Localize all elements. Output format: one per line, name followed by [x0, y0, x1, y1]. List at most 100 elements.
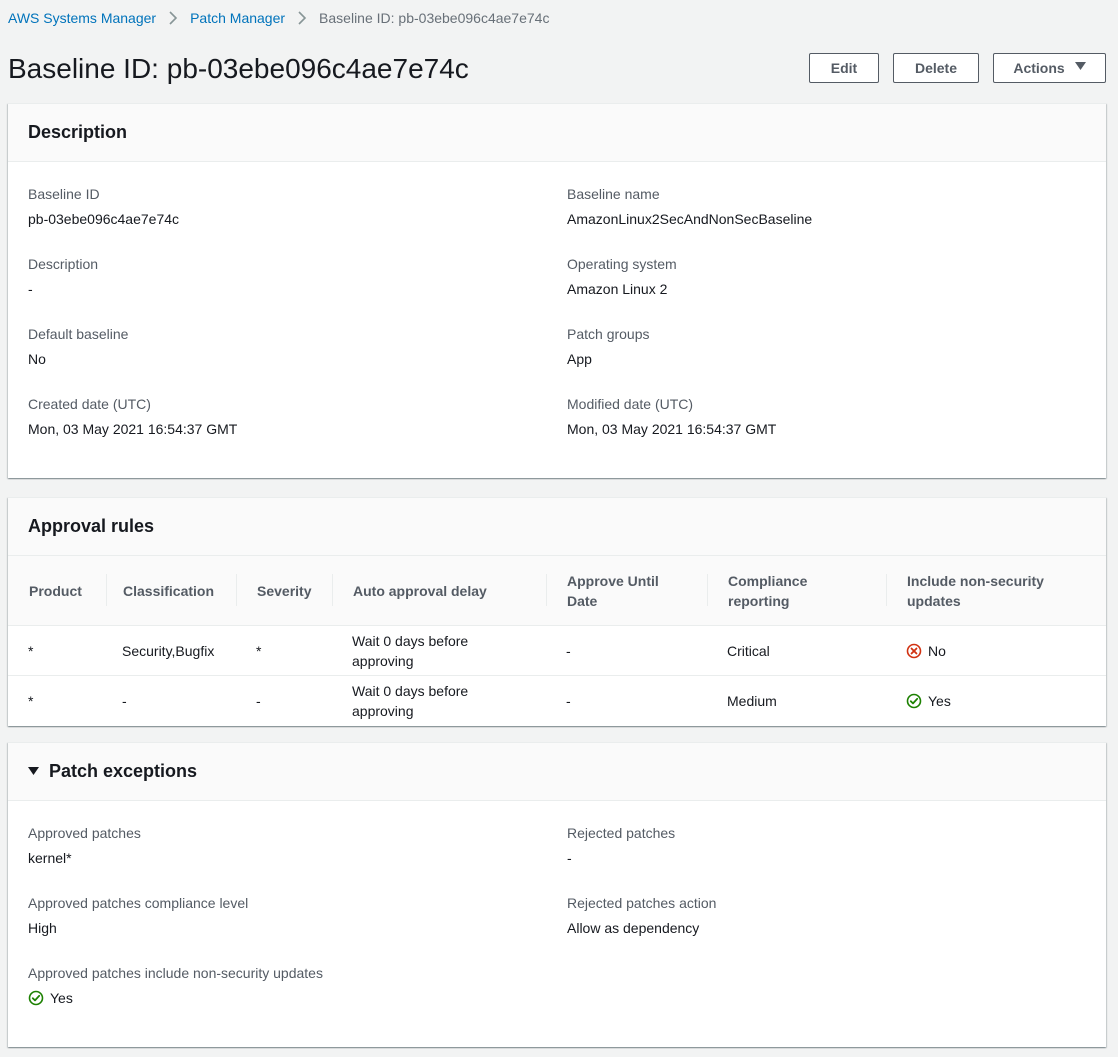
rejected-action-label: Rejected patches action: [567, 895, 717, 911]
cell-non-security-value: Yes: [928, 693, 951, 709]
rejected-patches-label: Rejected patches: [567, 825, 676, 841]
caret-down-icon[interactable]: [28, 765, 39, 779]
baseline-name-value: AmazonLinux2SecAndNonSecBaseline: [567, 211, 813, 227]
include-nonsec-field: Approved patches include non-security up…: [28, 963, 323, 1008]
cell-severity: *: [256, 643, 262, 659]
col-compliance-line2: reporting: [728, 593, 790, 609]
created-date-value: Mon, 03 May 2021 16:54:37 GMT: [28, 421, 238, 437]
description-title: Description: [28, 122, 128, 142]
breadcrumb-patch-manager[interactable]: Patch Manager: [190, 10, 285, 26]
modified-date-field: Modified date (UTC) Mon, 03 May 2021 16:…: [567, 394, 776, 439]
cell-compliance: Medium: [727, 693, 777, 709]
col-approve-until-date[interactable]: Approve Until Date: [567, 556, 659, 626]
col-severity[interactable]: Severity: [257, 556, 311, 626]
table-header-row: Product Classification Severity Auto app…: [8, 556, 1106, 626]
cell-compliance: Critical: [727, 643, 770, 659]
column-divider[interactable]: [236, 574, 237, 606]
approval-rules-table: Product Classification Severity Auto app…: [8, 556, 1106, 726]
baseline-name-field: Baseline name AmazonLinux2SecAndNonSecBa…: [567, 184, 812, 229]
cell-classification: -: [122, 693, 127, 709]
cell-delay-line2: approving: [352, 653, 414, 669]
cell-non-security-value: No: [928, 643, 946, 659]
modified-date-label: Modified date (UTC): [567, 396, 694, 412]
cell-delay-line1: Wait 0 days before: [352, 633, 469, 649]
default-baseline-label: Default baseline: [28, 326, 129, 342]
cell-delay-line2: approving: [352, 703, 414, 719]
rejected-patches-field: Rejected patches -: [567, 823, 675, 868]
include-nonsec-value-wrap: Yes: [28, 988, 323, 1008]
description-header: Description: [8, 104, 1106, 162]
rejected-action-field: Rejected patches action Allow as depende…: [567, 893, 716, 938]
description-label: Description: [28, 256, 99, 272]
actions-dropdown-button[interactable]: Actions: [993, 53, 1106, 83]
delete-button[interactable]: Delete: [893, 53, 979, 83]
breadcrumb-current: Baseline ID: pb-03ebe096c4ae7e74c: [319, 10, 550, 26]
page: AWS Systems Manager Patch Manager Baseli…: [0, 0, 1118, 1057]
col-approve-until-line1: Approve Until: [567, 573, 659, 589]
cell-approve-until: -: [566, 643, 571, 659]
col-classification[interactable]: Classification: [123, 556, 214, 626]
col-auto-approval-delay[interactable]: Auto approval delay: [353, 556, 487, 626]
approved-patches-label: Approved patches: [28, 825, 141, 841]
cell-non-security: Yes: [906, 676, 951, 726]
actions-label: Actions: [1013, 60, 1065, 76]
patch-groups-value: App: [567, 351, 592, 367]
col-nonsec-line1: Include non-security: [907, 573, 1044, 589]
baseline-id-value: pb-03ebe096c4ae7e74c: [28, 211, 180, 227]
table-row: * - - Wait 0 days before approving - Med…: [8, 676, 1106, 726]
default-baseline-field: Default baseline No: [28, 324, 128, 369]
cell-severity: -: [256, 693, 261, 709]
cell-classification: Security,Bugfix: [122, 643, 215, 659]
patch-groups-field: Patch groups App: [567, 324, 650, 369]
approved-patches-field: Approved patches kernel*: [28, 823, 141, 868]
rejected-action-value: Allow as dependency: [567, 920, 700, 936]
approved-compliance-label: Approved patches compliance level: [28, 895, 249, 911]
col-include-non-security[interactable]: Include non-security updates: [907, 556, 1044, 626]
cell-auto-approval-delay: Wait 0 days before approving: [352, 676, 468, 726]
rejected-patches-value: -: [567, 850, 572, 866]
approval-rules-header: Approval rules: [8, 498, 1106, 556]
os-field: Operating system Amazon Linux 2: [567, 254, 677, 299]
patch-exceptions-header[interactable]: Patch exceptions: [8, 743, 1106, 801]
description-panel: Description Baseline ID pb-03ebe096c4ae7…: [8, 103, 1106, 478]
cell-delay-line1: Wait 0 days before: [352, 683, 469, 699]
description-field: Description -: [28, 254, 98, 299]
col-approve-until-line2: Date: [567, 593, 598, 609]
default-baseline-value: No: [28, 351, 46, 367]
created-date-label: Created date (UTC): [28, 396, 151, 412]
column-divider[interactable]: [106, 574, 107, 606]
column-divider[interactable]: [546, 574, 547, 606]
approval-rules-title: Approval rules: [28, 516, 155, 536]
os-label: Operating system: [567, 256, 677, 272]
approved-patches-value: kernel*: [28, 850, 72, 866]
patch-exceptions-panel: Patch exceptions Approved patches kernel…: [8, 742, 1106, 1047]
breadcrumb: AWS Systems Manager Patch Manager Baseli…: [8, 8, 549, 28]
chevron-right-icon: [168, 11, 178, 25]
modified-date-value: Mon, 03 May 2021 16:54:37 GMT: [567, 421, 777, 437]
patch-groups-label: Patch groups: [567, 326, 650, 342]
approval-rules-panel: Approval rules Product Classification Se…: [8, 497, 1106, 726]
cell-approve-until: -: [566, 693, 571, 709]
os-value: Amazon Linux 2: [567, 281, 668, 297]
patch-exceptions-title[interactable]: Patch exceptions: [49, 761, 197, 782]
column-divider[interactable]: [886, 574, 887, 606]
baseline-id-label: Baseline ID: [28, 186, 100, 202]
column-divider[interactable]: [707, 574, 708, 606]
column-divider[interactable]: [332, 574, 333, 606]
col-compliance-reporting[interactable]: Compliance reporting: [728, 556, 807, 626]
approved-compliance-field: Approved patches compliance level High: [28, 893, 248, 938]
approved-compliance-value: High: [28, 920, 57, 936]
breadcrumb-systems-manager[interactable]: AWS Systems Manager: [8, 10, 156, 26]
table-row: * Security,Bugfix * Wait 0 days before a…: [8, 626, 1106, 676]
edit-button[interactable]: Edit: [809, 53, 879, 83]
caret-down-icon: [1074, 62, 1086, 74]
header-actions: Edit Delete Actions: [809, 53, 1106, 83]
page-title: Baseline ID: pb-03ebe096c4ae7e74c: [8, 53, 469, 84]
include-nonsec-value: Yes: [50, 990, 73, 1006]
baseline-id-field: Baseline ID pb-03ebe096c4ae7e74c: [28, 184, 179, 229]
cell-product: *: [28, 643, 34, 659]
cell-product: *: [28, 693, 34, 709]
col-nonsec-line2: updates: [907, 593, 961, 609]
col-compliance-line1: Compliance: [728, 573, 808, 589]
col-product[interactable]: Product: [29, 556, 82, 626]
